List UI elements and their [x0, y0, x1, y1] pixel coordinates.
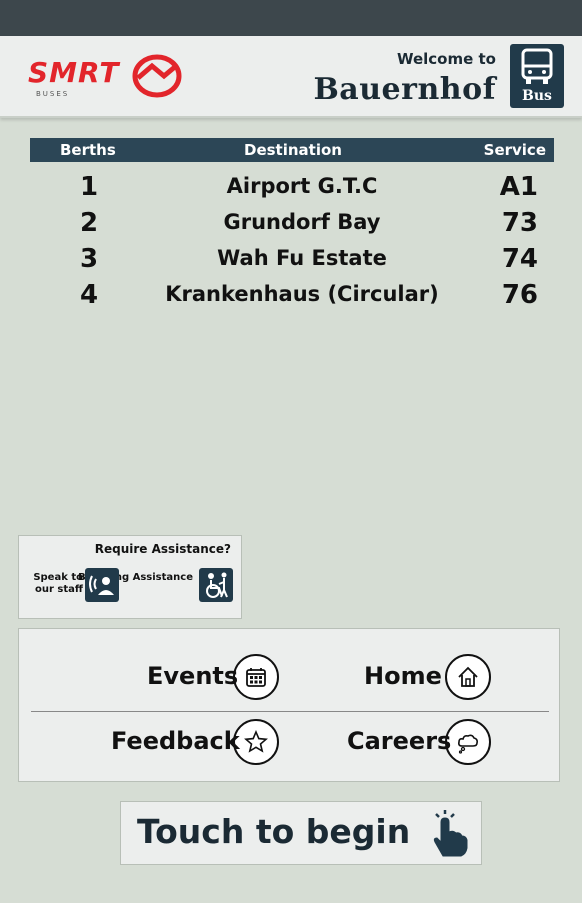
service-number: 73 [501, 208, 538, 238]
berth-number: 1 [80, 172, 99, 202]
cloud-thought-icon [445, 719, 491, 765]
welcome-text: Welcome to [396, 50, 496, 68]
table-row: A1 Airport G.T.C 1 [30, 172, 554, 208]
careers-button[interactable]: Careers [345, 719, 549, 767]
events-button[interactable]: Events [147, 654, 337, 702]
header-destination: Destination [244, 141, 342, 159]
feedback-label: Feedback [111, 727, 240, 755]
speak-to-staff-label[interactable]: Speak to our staff [31, 572, 83, 596]
departures-table-header: Service Destination Berths [30, 138, 554, 162]
berth-number: 3 [80, 244, 99, 274]
home-button[interactable]: Home [359, 654, 549, 702]
header-berths: Berths [60, 141, 116, 159]
touch-to-begin-label: Touch to begin [137, 812, 411, 851]
bus-front-icon [521, 48, 553, 84]
wheelchair-icon[interactable] [199, 568, 233, 602]
header: SMRT BUSES Welcome to Bauernhof Bus [0, 36, 582, 118]
smrt-logo: SMRT BUSES [26, 50, 186, 100]
boarding-assistance-icon [206, 572, 228, 598]
service-number: 74 [501, 244, 538, 274]
assistance-title: Require Assistance? [94, 542, 231, 556]
logo-emblem-icon [132, 54, 182, 98]
header-service: Service [483, 141, 546, 159]
table-row: 73 Grundorf Bay 2 [30, 208, 554, 244]
top-bar [0, 0, 582, 36]
events-label: Events [147, 662, 239, 690]
bus-icon-label: Bus [522, 88, 552, 104]
home-label: Home [364, 662, 442, 690]
menu-divider [31, 711, 549, 712]
logo-text: SMRT [28, 56, 120, 89]
berth-number: 4 [80, 280, 99, 310]
table-row: 76 Krankenhaus (Circular) 4 [30, 280, 554, 316]
calendar-icon [233, 654, 279, 700]
speak-to-staff-icon[interactable] [85, 568, 119, 602]
destination: Krankenhaus (Circular) [165, 282, 439, 306]
touch-to-begin-button[interactable]: Touch to begin [120, 801, 482, 865]
assistance-panel: Require Assistance? Boarding Assistance … [18, 535, 242, 619]
bus-icon: Bus [510, 44, 564, 108]
person-speaking-icon [89, 575, 114, 595]
destination: Wah Fu Estate [217, 246, 387, 270]
destination: Grundorf Bay [223, 210, 381, 234]
main-menu: Home Events Careers Feedback [18, 628, 560, 782]
service-number: A1 [499, 172, 538, 202]
logo-subtext: BUSES [36, 90, 70, 98]
station-name: Bauernhof [313, 72, 496, 107]
home-icon [445, 654, 491, 700]
berth-number: 2 [80, 208, 99, 238]
tap-hand-icon [433, 810, 468, 857]
careers-label: Careers [347, 727, 452, 755]
feedback-button[interactable]: Feedback [111, 719, 291, 767]
service-number: 76 [501, 280, 538, 310]
table-row: 74 Wah Fu Estate 3 [30, 244, 554, 280]
destination: Airport G.T.C [226, 174, 378, 198]
